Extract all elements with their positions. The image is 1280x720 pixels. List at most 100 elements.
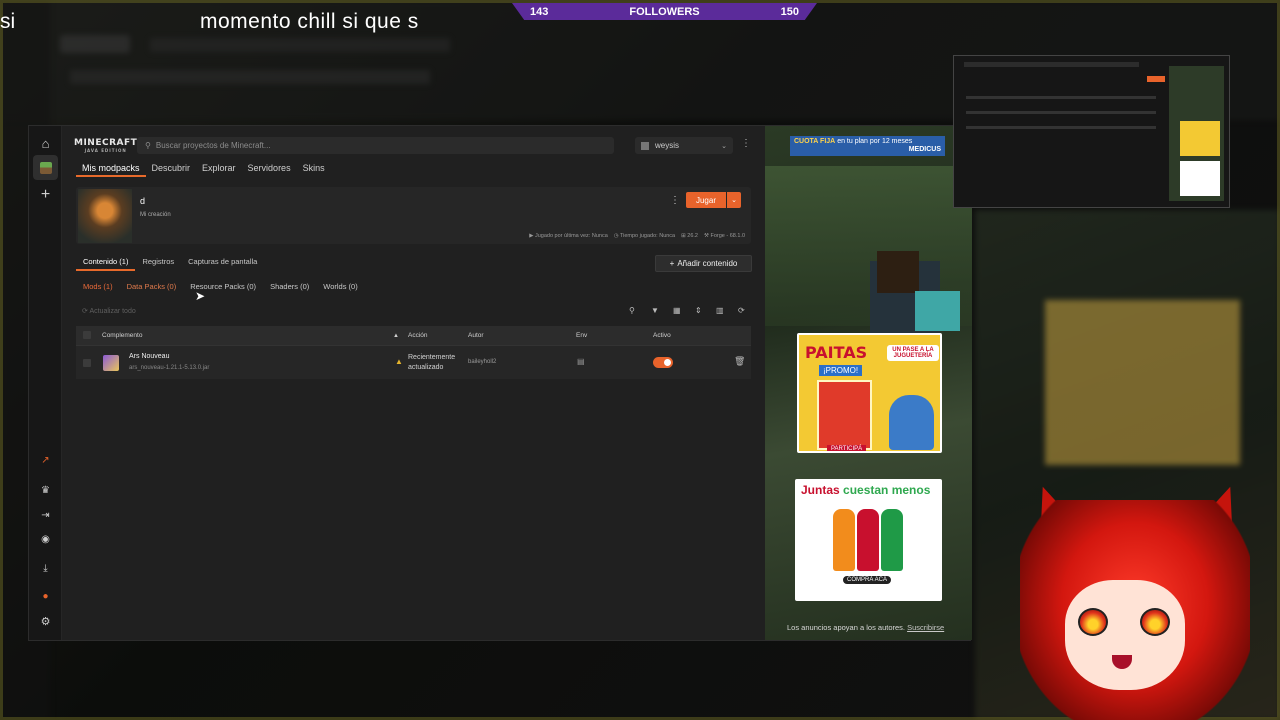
add-content-button[interactable]: + Añadir contenido [655, 255, 752, 272]
filter-icon[interactable]: ▼ [651, 306, 659, 315]
ads-panel: CUOTA FIJA en tu plan por 12 meses MEDIC… [765, 126, 972, 640]
preview-topbar [964, 62, 1139, 67]
ad-offer: UN PASE A LA JUGUETERÍA [887, 345, 939, 361]
header-active[interactable]: Activo [653, 332, 671, 339]
select-all-checkbox[interactable] [83, 331, 91, 339]
play-button[interactable]: Jugar [686, 192, 726, 208]
loader-version: ⚒ Forge - 68.1.0 [703, 233, 745, 239]
table-row[interactable]: Ars Nouveau ars_nouveau-1.21.1-5.13.0.ja… [76, 345, 751, 379]
environment-icon: ▤ [577, 357, 585, 366]
mod-file: ars_nouveau-1.21.1-5.13.0.jar [129, 365, 210, 371]
profile-name: weysis [655, 141, 680, 150]
sort-asc-icon[interactable]: ▲ [393, 333, 399, 339]
login-icon[interactable]: ⇥ [33, 503, 58, 528]
search-input[interactable]: ⚲ Buscar proyectos de Minecraft... [137, 137, 614, 154]
crown-icon[interactable]: ♛ [33, 478, 58, 503]
search-icon[interactable]: ⚲ [629, 306, 635, 315]
sort-icon[interactable]: ⇕ [695, 306, 702, 315]
header-author[interactable]: Autor [468, 332, 484, 339]
avatar-eye-left [1078, 608, 1108, 636]
content-tabs: Contenido (1) Registros Capturas de pant… [76, 257, 264, 271]
news-icon[interactable]: ● [33, 584, 58, 609]
tab-skins[interactable]: Skins [297, 163, 331, 177]
play-dropdown-icon[interactable]: ⌄ [727, 192, 741, 208]
ad-headline: Juntas cuestan menos [801, 483, 931, 497]
modpack-options-icon[interactable]: ⋮ [670, 195, 680, 206]
ad-buy-button: COMPRÁ ACÁ [843, 576, 892, 584]
active-toggle[interactable] [653, 357, 673, 368]
launcher-window: ⌂ + ↗ ♛ ⇥ ◉ ⤓ ● ⚙ MINECRAFT JAVA EDITION … [28, 125, 972, 641]
trash-icon[interactable]: 🗑 [734, 356, 745, 367]
lime-bottle-image [881, 509, 903, 571]
update-all-button[interactable]: ⟳ Actualizar todo [82, 307, 136, 315]
character-head [877, 251, 919, 293]
add-content-label: Añadir contenido [677, 259, 738, 268]
tab-content[interactable]: Contenido (1) [76, 257, 136, 271]
main-panel: MINECRAFT JAVA EDITION ⚲ Buscar proyectos… [62, 126, 765, 640]
refresh-icon[interactable]: ⟳ [738, 306, 745, 315]
warning-icon: ▲ [395, 357, 403, 366]
avatar-face [1065, 580, 1185, 690]
filter-mods[interactable]: Mods (1) [76, 282, 120, 291]
followers-label: FOLLOWERS [629, 5, 700, 18]
plus-icon: + [669, 259, 675, 268]
background-tabs [70, 70, 430, 84]
header-action[interactable]: Acción [408, 332, 428, 339]
search-icon: ⚲ [145, 141, 151, 150]
sidebar: ⌂ + ↗ ♛ ⇥ ◉ ⤓ ● ⚙ [29, 126, 62, 640]
tab-logs[interactable]: Registros [135, 257, 181, 271]
table-toolbar: ⟳ Actualizar todo ⚲ ▼ ▦ ⇕ ▥ ⟳ [76, 305, 751, 319]
modpack-card: d Mi creación ⋮ Jugar ⌄ ▶ Jugado por últ… [76, 187, 751, 244]
modpack-meta: ▶ Jugado por última vez: Nunca ◷ Tiempo … [529, 233, 745, 239]
preview-row [966, 96, 1156, 99]
tab-screenshots[interactable]: Capturas de pantalla [181, 257, 264, 271]
avatar-eye-right [1140, 608, 1170, 636]
filter-shaders[interactable]: Shaders (0) [263, 282, 316, 291]
tab-servers[interactable]: Servidores [242, 163, 297, 177]
character-shirt [915, 291, 960, 331]
ad-toy-image [889, 395, 934, 450]
modpacks-icon[interactable] [33, 155, 58, 180]
content-filters: Mods (1) Data Packs (0) Resource Packs (… [76, 282, 365, 291]
game-version: ⊞ 26.2 [681, 233, 698, 239]
profile-selector[interactable]: weysis ⌄ [635, 137, 733, 154]
table-header: Complemento ▲ Acción Autor Env Activo [76, 326, 751, 345]
download-icon[interactable]: ⤓ [33, 556, 58, 581]
filter-worlds[interactable]: Worlds (0) [316, 282, 364, 291]
soda-ad[interactable]: Juntas cuestan menos COMPRÁ ACÁ [795, 479, 942, 601]
arrow-icon[interactable]: ↗ [33, 448, 58, 473]
followers-goal: 150 [780, 5, 799, 18]
preview-ad [1180, 121, 1220, 156]
columns-icon[interactable]: ▥ [716, 306, 724, 315]
last-played: ▶ Jugado por última vez: Nunca [529, 233, 608, 239]
content-table: Complemento ▲ Acción Autor Env Activo Ar… [76, 326, 751, 379]
header-addon[interactable]: Complemento [102, 332, 142, 339]
snack-ad[interactable]: PAITAS UN PASE A LA JUGUETERÍA ¡PROMO! P… [797, 333, 942, 453]
cola-bottle-image [857, 509, 879, 571]
grid-view-icon[interactable]: ▦ [673, 306, 681, 315]
tab-explore[interactable]: Explorar [196, 163, 242, 177]
minecraft-logo: MINECRAFT JAVA EDITION [74, 138, 138, 154]
preview-row [966, 111, 1156, 114]
row-checkbox[interactable] [83, 359, 91, 367]
top-bar: MINECRAFT JAVA EDITION ⚲ Buscar proyectos… [62, 126, 765, 164]
mod-icon [103, 355, 119, 371]
tab-my-modpacks[interactable]: Mis modpacks [76, 163, 146, 177]
stream-frame: si momento chill si que s 143 FOLLOWERS … [0, 0, 1280, 720]
orange-bottle-image [833, 509, 855, 571]
mod-author: baileyholl2 [468, 359, 497, 365]
tab-discover[interactable]: Descubrir [146, 163, 197, 177]
add-icon[interactable]: + [33, 182, 58, 207]
subscribe-link[interactable]: Suscribirse [907, 623, 944, 632]
mouse-cursor-icon: ➤ [195, 289, 206, 303]
header-env[interactable]: Env [576, 332, 587, 339]
banner-ad[interactable]: CUOTA FIJA en tu plan por 12 meses MEDIC… [790, 136, 945, 156]
modpack-name: d [140, 196, 146, 206]
filter-data-packs[interactable]: Data Packs (0) [120, 282, 184, 291]
background-logo [60, 35, 130, 53]
ad-cta: PARTICIPÁ [827, 445, 867, 451]
settings-icon[interactable]: ⚙ [33, 609, 58, 634]
more-options-icon[interactable]: ⋮ [741, 138, 751, 149]
discord-icon[interactable]: ◉ [33, 527, 58, 552]
home-icon[interactable]: ⌂ [33, 131, 58, 156]
